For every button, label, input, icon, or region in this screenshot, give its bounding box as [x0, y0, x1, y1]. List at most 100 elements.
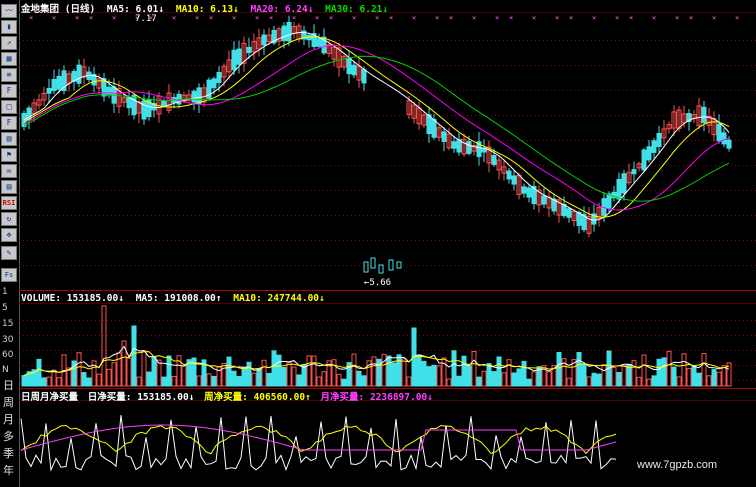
flag-icon[interactable]: ⚑	[1, 148, 17, 162]
volume-bar	[101, 305, 107, 387]
volume-bar	[341, 378, 347, 387]
period-month[interactable]: 月	[3, 411, 14, 427]
volume-bar	[36, 358, 42, 387]
volume-bar	[296, 374, 302, 387]
period-year[interactable]: 年	[3, 462, 14, 478]
volume-bar	[661, 357, 667, 387]
f12-icon[interactable]: F	[1, 116, 17, 130]
volume-bar	[521, 360, 527, 387]
volume-bar	[406, 376, 412, 387]
low-price-text: 5.66	[369, 278, 392, 288]
volume-bar	[156, 359, 162, 387]
candle-body	[281, 25, 287, 42]
net-buy-lines	[20, 415, 617, 472]
month-netbuy-value: 月净买量: 2236897.00↓	[320, 392, 433, 403]
grid-icon[interactable]: ▦	[1, 52, 17, 66]
xx-mark: ×	[712, 14, 716, 22]
candle-body	[196, 87, 202, 105]
volume-bar	[496, 356, 502, 387]
volume-bar	[106, 368, 112, 387]
xx-mark: ×	[172, 14, 176, 22]
fs-icon[interactable]: Fs	[1, 268, 17, 282]
volume-bar	[386, 355, 392, 387]
candles	[21, 15, 732, 274]
window-icon[interactable]: □	[1, 100, 17, 114]
volume-bar	[591, 372, 597, 387]
period-multi[interactable]: 多	[3, 428, 14, 444]
xx-mark: ×	[329, 14, 333, 22]
day-netbuy-line	[20, 415, 617, 472]
volume-bar	[636, 376, 642, 387]
volume-bar	[351, 353, 357, 387]
netbuy-title: 日周月净买量	[21, 392, 79, 403]
candle-body	[351, 64, 357, 76]
volume-bar	[21, 375, 27, 387]
volume-bar	[311, 355, 317, 387]
move-icon[interactable]: ✥	[1, 228, 17, 242]
xx-mark: ×	[292, 14, 296, 22]
candle-body	[378, 264, 384, 274]
xx-mark: ×	[255, 14, 259, 22]
period-quarter[interactable]: 季	[3, 445, 14, 461]
candle-body	[286, 21, 292, 42]
period-n[interactable]: N	[2, 365, 9, 375]
kline-chart-area[interactable]: × × × × × × × × × × × × × × × × × × × × × × × × × × × × × × × × × × × ×	[19, 0, 756, 487]
candle-body	[511, 175, 517, 185]
watermark: www.7gpzb.com	[637, 459, 718, 471]
day-netbuy-value: 日净买量: 153185.00↓	[87, 392, 195, 403]
volume-bar	[671, 366, 677, 387]
candle-body	[370, 257, 376, 269]
volume-bar	[576, 352, 582, 387]
left-toolbar: 〰 ▮ ↗ ▦ ≡ F □ F ▥ ⚑ ✉ ▤ RSI ↻ ✥ ✎ Fs 1 5…	[0, 0, 20, 487]
volume-bar	[46, 376, 52, 387]
ma20-value: MA20: 6.24↓	[250, 4, 314, 15]
list-icon[interactable]: ≡	[1, 68, 17, 82]
volume-bar	[286, 362, 292, 387]
volume-bar	[206, 373, 212, 387]
volume-bar	[41, 377, 47, 387]
pencil-icon[interactable]: ✎	[1, 246, 17, 260]
period-30[interactable]: 30	[2, 335, 13, 345]
volume-bar	[151, 355, 157, 387]
xx-mark: ×	[509, 14, 513, 22]
xx-mark: ×	[435, 14, 439, 22]
volume-bar	[651, 375, 657, 387]
period-week[interactable]: 周	[3, 394, 14, 410]
line-chart-icon[interactable]: 〰	[1, 4, 17, 18]
high-price-text: 7.17	[135, 14, 157, 24]
period-day[interactable]: 日	[3, 377, 14, 393]
volume-bar	[51, 369, 57, 387]
volume-bar	[621, 365, 627, 387]
refresh-icon[interactable]: ↻	[1, 212, 17, 226]
volume-bar	[131, 325, 137, 387]
volume-bar	[211, 375, 217, 387]
period-60[interactable]: 60	[2, 350, 13, 360]
period-5[interactable]: 5	[2, 303, 8, 313]
candle-icon[interactable]: ▮	[1, 20, 17, 34]
rsi-icon[interactable]: RSI	[1, 196, 17, 210]
candle-body	[56, 75, 62, 90]
chat-icon[interactable]: ✉	[1, 164, 17, 178]
trend-icon[interactable]: ↗	[1, 36, 17, 50]
candle-body	[726, 139, 732, 149]
f10-icon[interactable]: F	[1, 84, 17, 98]
volume-bar	[436, 365, 442, 387]
candle-body	[261, 34, 267, 46]
period-15[interactable]: 15	[2, 319, 13, 329]
xx-mark: ×	[555, 14, 559, 22]
volume-bar	[166, 355, 172, 387]
volume-bar	[291, 366, 297, 387]
candle-body	[641, 149, 647, 171]
bars-icon[interactable]: ▥	[1, 132, 17, 146]
xx-mark: ×	[412, 14, 416, 22]
xx-mark: ×	[652, 14, 656, 22]
volume-bar	[461, 355, 467, 387]
candle-body	[506, 170, 512, 180]
volume-bar	[641, 354, 647, 387]
low-price-label: ←5.66	[364, 278, 392, 288]
period-1[interactable]: 1	[2, 287, 8, 297]
candle-body	[616, 178, 622, 200]
candle-body	[161, 100, 167, 107]
volume-bar	[161, 376, 167, 387]
volume-icon[interactable]: ▤	[1, 180, 17, 194]
